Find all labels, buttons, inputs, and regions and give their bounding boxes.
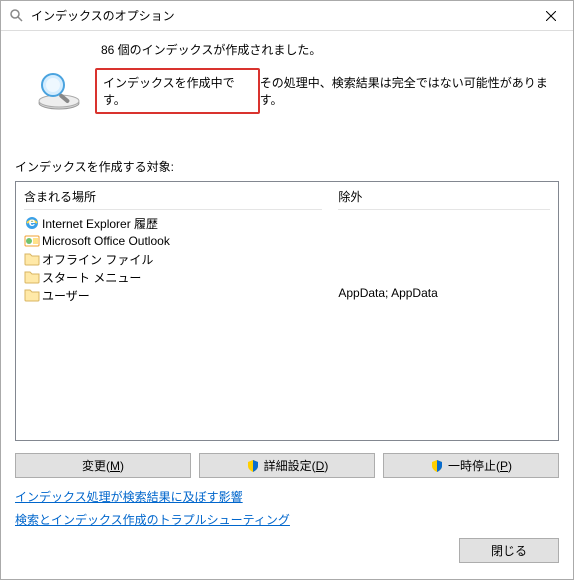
location-row[interactable]: Microsoft Office Outlook xyxy=(24,232,322,250)
modify-button[interactable]: 変更(M) xyxy=(15,453,191,478)
folder-icon xyxy=(24,287,40,303)
folder-icon xyxy=(24,251,40,267)
app-icon xyxy=(9,8,25,24)
close-button[interactable]: 閉じる xyxy=(459,538,559,563)
footer: 閉じる xyxy=(15,538,559,563)
location-row[interactable]: e Internet Explorer 履歴 xyxy=(24,214,322,232)
location-name: スタート メニュー xyxy=(42,269,141,286)
outlook-icon xyxy=(24,233,40,249)
effect-link[interactable]: インデックス処理が検索結果に及ぼす影響 xyxy=(15,488,559,505)
excluded-value: AppData; AppData xyxy=(338,286,550,300)
location-name: Internet Explorer 履歴 xyxy=(42,215,158,232)
targets-label: インデックスを作成する対象: xyxy=(15,158,559,175)
troubleshoot-link[interactable]: 検索とインデックス作成のトラプルシューティング xyxy=(15,511,559,528)
excluded-header: 除外 xyxy=(338,188,550,210)
index-count: 86 個のインデックスが作成されました。 xyxy=(101,41,559,58)
ie-icon: e xyxy=(24,215,40,231)
location-row[interactable]: ユーザー xyxy=(24,286,322,304)
button-row: 変更(M) 詳細設定(D) 一時停止(P) xyxy=(15,453,559,478)
pause-button[interactable]: 一時停止(P) xyxy=(383,453,559,478)
location-name: ユーザー xyxy=(42,287,90,304)
shield-icon xyxy=(430,459,444,473)
window-title: インデックスのオプション xyxy=(31,7,528,24)
included-column: 含まれる場所 e Internet Explorer 履歴 Microsoft Of… xyxy=(16,182,330,440)
locations-list: 含まれる場所 e Internet Explorer 履歴 Microsoft Of… xyxy=(15,181,559,441)
location-name: オフライン ファイル xyxy=(42,251,153,268)
shield-icon xyxy=(246,459,260,473)
pause-label: 一時停止(P) xyxy=(448,457,512,474)
status-row: インデックスを作成中です。 その処理中、検索結果は完全ではない可能性があります。 xyxy=(15,68,559,114)
advanced-label: 詳細設定(D) xyxy=(264,457,329,474)
close-window-button[interactable] xyxy=(528,1,573,30)
included-header: 含まれる場所 xyxy=(24,188,322,210)
location-row[interactable]: オフライン ファイル xyxy=(24,250,322,268)
magnifier-drive-icon xyxy=(35,71,83,111)
indexing-status-rest: その処理中、検索結果は完全ではない可能性があります。 xyxy=(260,74,559,108)
modify-label: 変更(M) xyxy=(82,457,124,474)
svg-text:e: e xyxy=(29,215,36,229)
excluded-column: 除外 AppData; AppData xyxy=(330,182,558,440)
location-row[interactable]: スタート メニュー xyxy=(24,268,322,286)
titlebar: インデックスのオプション xyxy=(1,1,573,31)
links: インデックス処理が検索結果に及ぼす影響 検索とインデックス作成のトラプルシューテ… xyxy=(15,488,559,528)
indexing-status-highlight: インデックスを作成中です。 xyxy=(95,68,260,114)
content: 86 個のインデックスが作成されました。 インデックスを作成中です。 その処理中… xyxy=(1,31,573,573)
folder-icon xyxy=(24,269,40,285)
advanced-button[interactable]: 詳細設定(D) xyxy=(199,453,375,478)
location-name: Microsoft Office Outlook xyxy=(42,234,170,248)
